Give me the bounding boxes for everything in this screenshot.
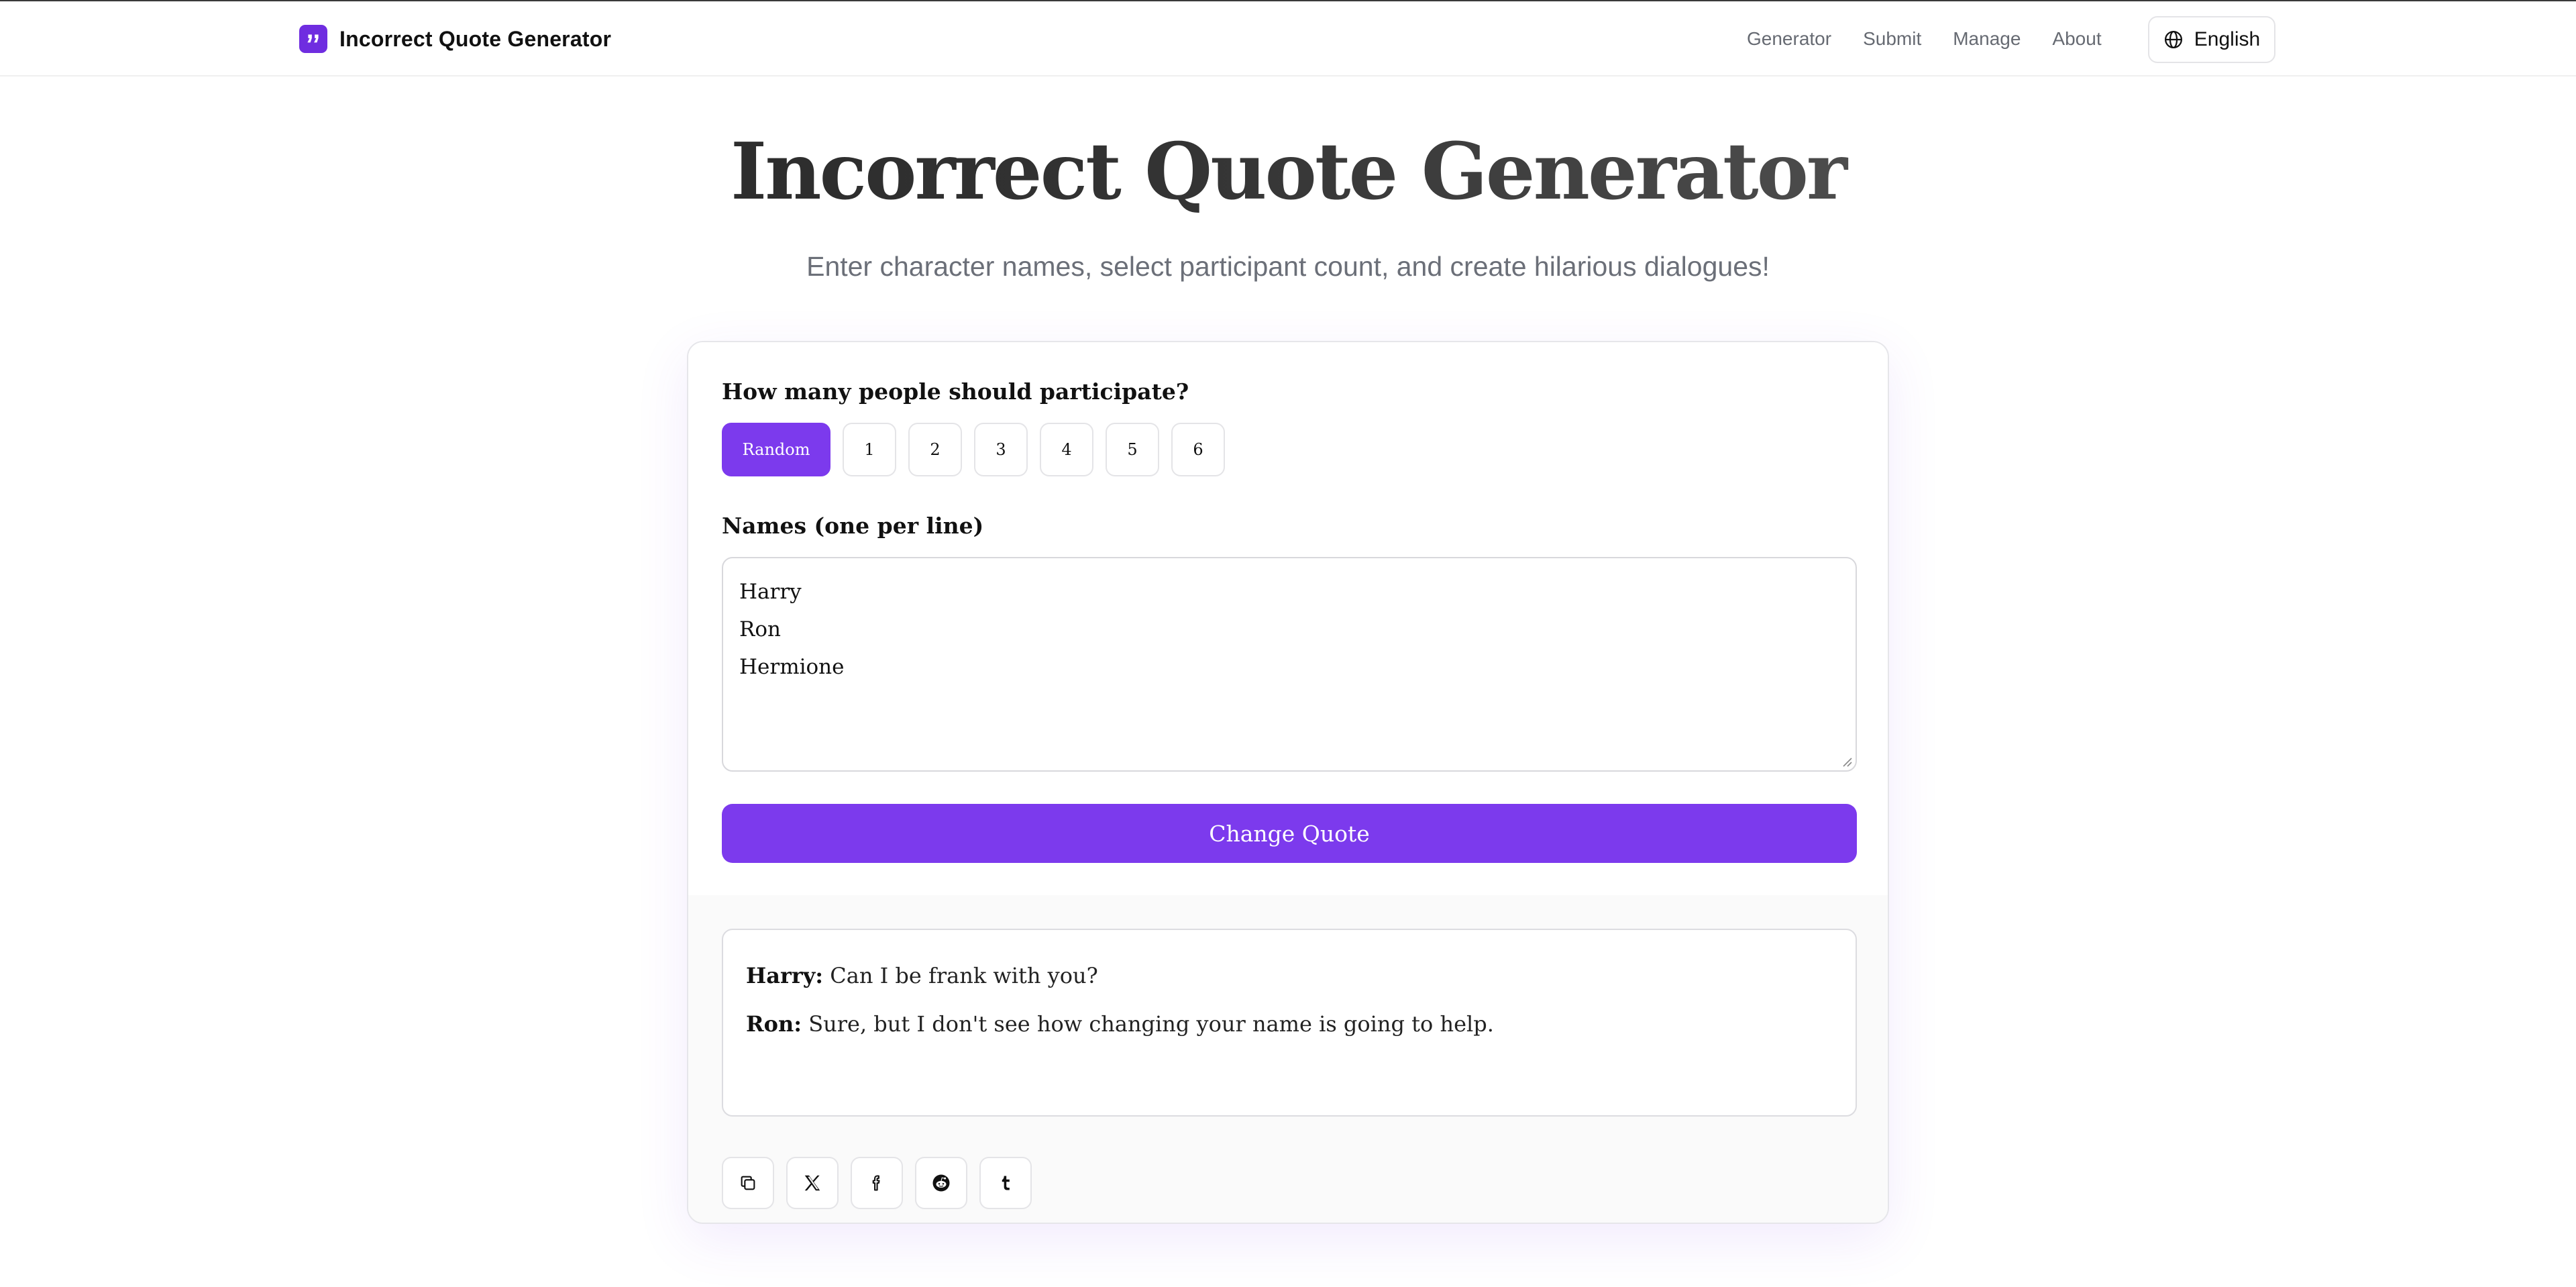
quote-speaker: Ron: xyxy=(746,1011,802,1037)
globe-icon xyxy=(2164,31,2182,48)
generator-form: How many people should participate? Rand… xyxy=(688,342,1888,895)
participant-option-5[interactable]: 5 xyxy=(1106,423,1159,476)
site-header: Incorrect Quote Generator Generator Subm… xyxy=(0,1,2576,76)
participant-option-2[interactable]: 2 xyxy=(908,423,962,476)
generator-card: How many people should participate? Rand… xyxy=(687,341,1889,1224)
quote-text: Can I be frank with you? xyxy=(830,963,1098,988)
x-icon xyxy=(804,1175,820,1191)
nav-generator[interactable]: Generator xyxy=(1747,28,1831,50)
nav-manage[interactable]: Manage xyxy=(1953,28,2021,50)
participant-option-4[interactable]: 4 xyxy=(1040,423,1093,476)
quote-text: Sure, but I don't see how changing your … xyxy=(808,1011,1494,1037)
participant-option-3[interactable]: 3 xyxy=(974,423,1028,476)
change-quote-label: Change Quote xyxy=(1209,820,1370,847)
language-selector[interactable]: English xyxy=(2148,16,2275,63)
brand[interactable]: Incorrect Quote Generator xyxy=(299,24,611,54)
share-x-button[interactable] xyxy=(786,1157,839,1209)
share-facebook-button[interactable] xyxy=(851,1157,903,1209)
copy-icon xyxy=(741,1176,755,1190)
share-tumblr-button[interactable] xyxy=(979,1157,1032,1209)
participants-label: How many people should participate? xyxy=(722,378,1189,405)
name-line: Hermione xyxy=(739,655,845,679)
brand-name: Incorrect Quote Generator xyxy=(339,26,612,51)
name-line: Ron xyxy=(739,617,781,641)
participant-count-selector: Random 1 2 3 4 5 6 xyxy=(722,423,1225,476)
names-textarea[interactable]: Harry Ron Hermione xyxy=(722,557,1857,772)
quote-box: Harry: Can I be frank with you? Ron: Sur… xyxy=(722,929,1857,1117)
quote-line: Ron: Sure, but I don't see how changing … xyxy=(746,1008,1833,1040)
facebook-icon xyxy=(872,1175,880,1191)
copy-button[interactable] xyxy=(722,1157,774,1209)
names-label: Names (one per line) xyxy=(722,513,984,539)
quote-output-section: Harry: Can I be frank with you? Ron: Sur… xyxy=(688,895,1888,1223)
resize-handle-icon[interactable] xyxy=(1841,756,1853,768)
participant-option-6[interactable]: 6 xyxy=(1171,423,1225,476)
tumblr-icon xyxy=(1002,1176,1010,1190)
page-subtitle: Enter character names, select participan… xyxy=(806,251,1770,282)
name-line: Harry xyxy=(739,580,802,604)
share-buttons xyxy=(722,1157,1032,1209)
quote-logo-icon xyxy=(299,25,327,53)
change-quote-button[interactable]: Change Quote xyxy=(722,804,1857,863)
reddit-icon xyxy=(932,1174,950,1192)
share-reddit-button[interactable] xyxy=(915,1157,967,1209)
main-nav: Generator Submit Manage About xyxy=(1747,25,2102,52)
nav-about[interactable]: About xyxy=(2052,28,2101,50)
participant-option-random[interactable]: Random xyxy=(722,423,830,476)
language-label: English xyxy=(2194,28,2261,50)
quote-speaker: Harry: xyxy=(746,963,824,988)
participant-option-1[interactable]: 1 xyxy=(843,423,896,476)
page-title: Incorrect Quote Generator xyxy=(0,126,2576,217)
quote-line: Harry: Can I be frank with you? xyxy=(746,960,1833,992)
nav-submit[interactable]: Submit xyxy=(1863,28,1921,50)
